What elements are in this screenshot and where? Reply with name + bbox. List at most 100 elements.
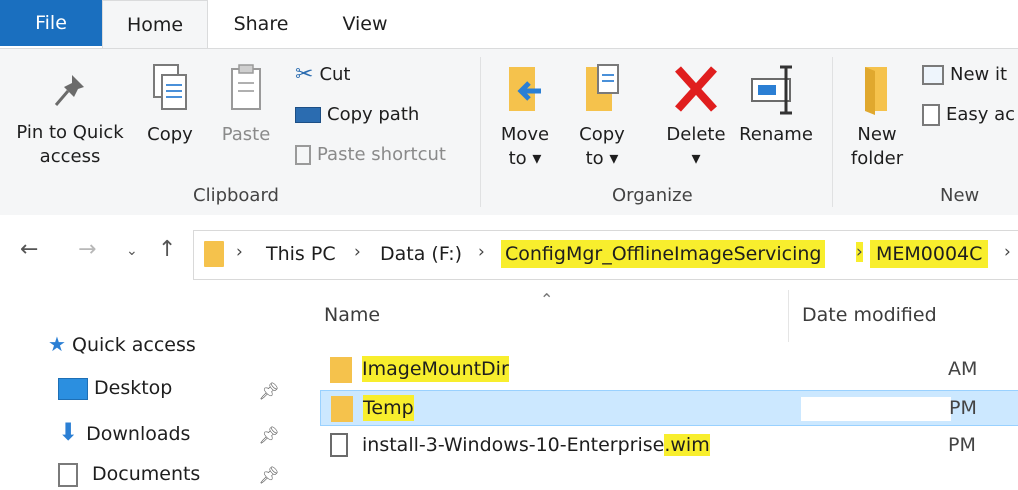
file-name: Temp bbox=[363, 395, 414, 421]
breadcrumb-configmgr-folder[interactable]: ConfigMgr_OfflineImageServicing bbox=[501, 240, 826, 268]
nav-item-downloads[interactable]: ⬇ Downloads bbox=[58, 416, 190, 448]
nav-item-desktop[interactable]: Desktop bbox=[58, 372, 172, 404]
tab-file[interactable]: File bbox=[0, 0, 102, 46]
column-header-name[interactable]: Name bbox=[324, 304, 380, 326]
paste-label: Paste bbox=[221, 124, 271, 145]
nav-item-documents[interactable]: Documents bbox=[58, 458, 200, 490]
move-to-label-line1: Move bbox=[500, 124, 550, 145]
move-to-icon bbox=[509, 67, 541, 111]
breadcrumb-mem0004c[interactable]: MEM0004C bbox=[870, 240, 989, 268]
breadcrumb-chevron-icon[interactable]: › bbox=[236, 242, 243, 262]
pin-icon[interactable]: 📌︎ bbox=[258, 426, 280, 446]
file-date: PM bbox=[948, 434, 976, 456]
folder-icon bbox=[204, 241, 224, 267]
file-name: install-3-Windows-10-Enterprise.wim bbox=[362, 432, 710, 458]
navigation-pane: ★ Quick access Desktop 📌︎ ⬇ Downloads 📌︎ … bbox=[0, 290, 290, 487]
copy-to-button[interactable]: Copy to ▾ bbox=[570, 61, 634, 171]
redacted-date-cover bbox=[801, 397, 951, 421]
pin-label-line2: access bbox=[39, 146, 101, 167]
delete-x-icon bbox=[675, 66, 717, 112]
group-divider bbox=[480, 57, 481, 207]
table-row[interactable]: ImageMountDir AM bbox=[320, 352, 1018, 388]
paste-shortcut-icon bbox=[295, 145, 311, 165]
table-row[interactable]: Temp PM bbox=[320, 390, 1018, 426]
address-row: ← → ⌄ ↑ › This PC › Data (F:) › ConfigMg… bbox=[0, 215, 1018, 290]
delete-button[interactable]: Delete ▾ bbox=[660, 61, 732, 171]
breadcrumb-data-drive[interactable]: Data (F:) bbox=[380, 240, 462, 268]
file-name-extension: .wim bbox=[664, 434, 710, 456]
rename-button[interactable]: Rename bbox=[736, 61, 816, 147]
file-date: AM bbox=[948, 358, 978, 380]
pin-icon bbox=[54, 75, 84, 106]
paste-shortcut-button[interactable]: Paste shortcut bbox=[295, 141, 446, 169]
folder-icon bbox=[331, 396, 353, 422]
organize-group-label: Organize bbox=[612, 185, 693, 206]
column-divider[interactable] bbox=[788, 290, 789, 342]
new-folder-icon bbox=[865, 67, 887, 115]
move-to-label-line2: to ▾ bbox=[508, 148, 542, 169]
nav-desktop-label: Desktop bbox=[94, 377, 173, 399]
tab-view[interactable]: View bbox=[316, 0, 414, 48]
file-list: ⌃ Name Date modified ImageMountDir AM Te… bbox=[300, 290, 1018, 477]
new-item-button[interactable]: New it bbox=[922, 61, 1007, 89]
copy-path-icon bbox=[295, 107, 321, 123]
easy-access-button[interactable]: Easy ac bbox=[922, 101, 1015, 129]
new-folder-button[interactable]: New folder bbox=[844, 61, 910, 171]
rename-label: Rename bbox=[739, 124, 813, 145]
clipboard-icon bbox=[231, 64, 261, 110]
breadcrumb-chevron-icon[interactable]: › bbox=[1004, 242, 1011, 262]
file-name: ImageMountDir bbox=[362, 356, 509, 382]
copy-icon bbox=[153, 64, 187, 110]
pin-to-quick-access-button[interactable]: Pin to Quick access bbox=[8, 71, 132, 169]
breadcrumb-chevron-icon[interactable]: › bbox=[354, 242, 361, 262]
star-icon: ★ bbox=[48, 332, 66, 356]
file-date: PM bbox=[949, 397, 977, 419]
breadcrumb-chevron-icon[interactable]: › bbox=[856, 242, 863, 262]
delete-label-line2: ▾ bbox=[691, 148, 701, 169]
copy-label: Copy bbox=[147, 124, 193, 145]
group-divider bbox=[832, 57, 833, 207]
pin-icon[interactable]: 📌︎ bbox=[258, 466, 280, 486]
file-name-base: install-3-Windows-10-Enterprise bbox=[362, 434, 665, 456]
easy-access-label: Easy ac bbox=[946, 104, 1016, 125]
cut-label: Cut bbox=[319, 64, 351, 85]
new-folder-label-line1: New bbox=[857, 124, 897, 145]
copy-button[interactable]: Copy bbox=[140, 61, 200, 147]
ribbon: Pin to Quick access Copy Paste ✂ Cut Copy… bbox=[0, 48, 1018, 216]
copy-to-label-line1: Copy bbox=[579, 124, 625, 145]
table-row[interactable]: install-3-Windows-10-Enterprise.wim PM bbox=[320, 428, 1018, 464]
move-to-button[interactable]: Move to ▾ bbox=[493, 61, 557, 171]
folder-icon bbox=[330, 357, 352, 383]
tab-home[interactable]: Home bbox=[102, 0, 208, 48]
copy-to-icon bbox=[586, 64, 619, 111]
nav-downloads-label: Downloads bbox=[86, 423, 191, 445]
new-item-label: New it bbox=[950, 64, 1008, 85]
column-header-date-modified[interactable]: Date modified bbox=[802, 304, 937, 326]
clipboard-group-label: Clipboard bbox=[193, 185, 279, 206]
copy-to-label-line2: to ▾ bbox=[585, 148, 619, 169]
copy-path-button[interactable]: Copy path bbox=[295, 101, 419, 129]
breadcrumb-this-pc[interactable]: This PC bbox=[266, 240, 336, 268]
back-arrow-icon[interactable]: ← bbox=[20, 237, 38, 262]
up-arrow-icon[interactable]: ↑ bbox=[158, 237, 176, 262]
nav-quick-access-label: Quick access bbox=[71, 334, 196, 356]
pin-icon[interactable]: 📌︎ bbox=[258, 382, 280, 402]
ribbon-tabs: File Home Share View bbox=[0, 0, 1018, 48]
download-arrow-icon: ⬇ bbox=[58, 418, 79, 446]
sort-ascending-icon: ⌃ bbox=[540, 290, 554, 309]
file-icon bbox=[330, 433, 348, 457]
nav-documents-label: Documents bbox=[92, 463, 201, 485]
breadcrumb-chevron-icon[interactable]: › bbox=[478, 242, 485, 262]
paste-button[interactable]: Paste bbox=[216, 61, 276, 147]
pin-label-line1: Pin to Quick bbox=[16, 122, 124, 143]
documents-icon bbox=[58, 462, 78, 487]
paste-shortcut-label: Paste shortcut bbox=[317, 144, 446, 165]
forward-arrow-icon[interactable]: → bbox=[78, 237, 96, 262]
delete-label-line1: Delete bbox=[666, 124, 726, 145]
nav-item-quick-access[interactable]: ★ Quick access bbox=[48, 328, 196, 360]
tab-share[interactable]: Share bbox=[208, 0, 314, 48]
recent-locations-chevron-icon[interactable]: ⌄ bbox=[126, 243, 138, 259]
copy-path-label: Copy path bbox=[327, 104, 420, 125]
cut-button[interactable]: ✂ Cut bbox=[295, 61, 350, 89]
address-bar[interactable]: › This PC › Data (F:) › ConfigMgr_Offlin… bbox=[193, 230, 1018, 280]
